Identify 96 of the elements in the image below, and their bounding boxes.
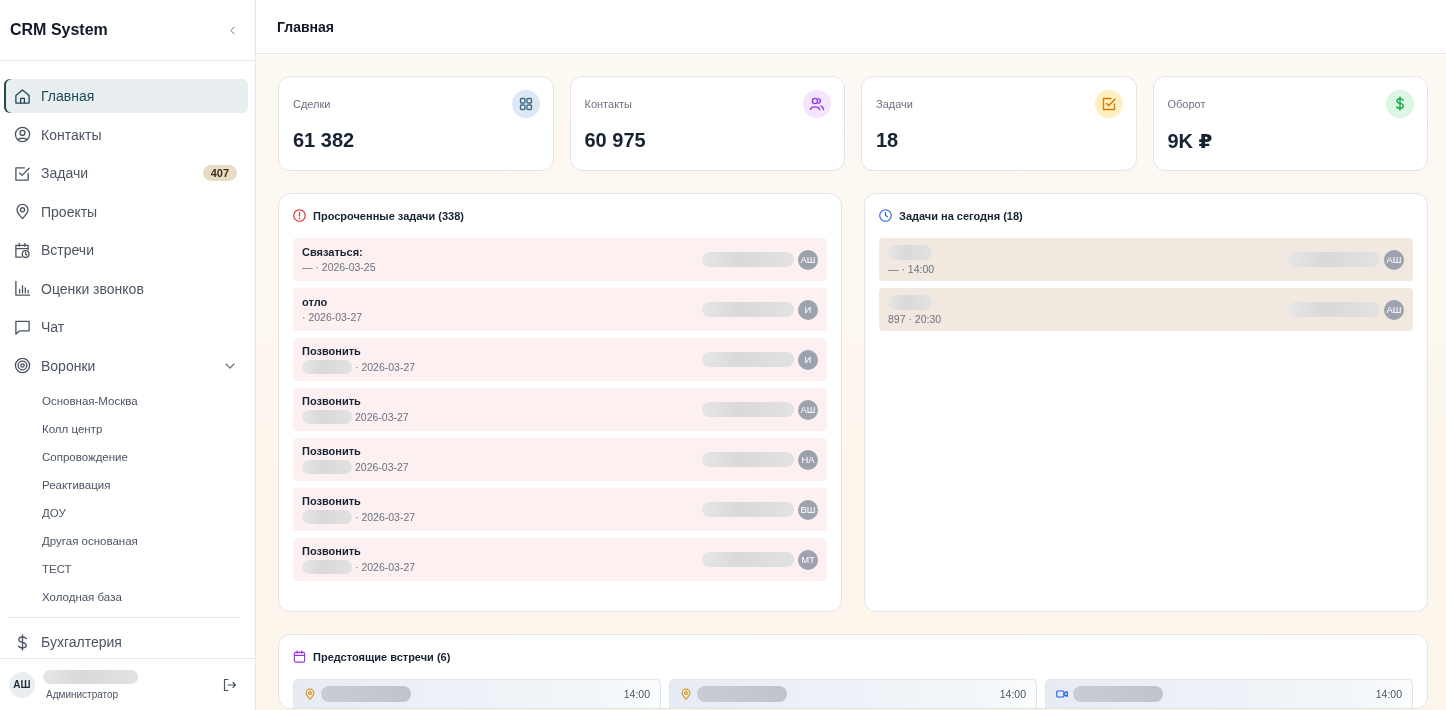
checkbox-icon [14, 164, 31, 182]
logout-button[interactable] [223, 677, 237, 692]
chat-bubble-icon [14, 318, 31, 336]
alert-icon [293, 209, 306, 222]
meeting-time: 14:00 [623, 688, 650, 700]
task-title: Позвонить [302, 345, 361, 357]
stat-label: Сделки [293, 98, 331, 110]
task-title: отло [302, 296, 328, 308]
home-icon [14, 87, 31, 105]
bar-chart-icon [14, 280, 31, 297]
task-title: Позвонить [302, 395, 361, 407]
meeting-card[interactable]: 14:00 [669, 679, 1037, 708]
task-row[interactable]: отло · 2026-03-27 И [293, 288, 827, 331]
task-meta: · 2026-03-27 [355, 361, 416, 373]
task-title: Позвонить [302, 545, 361, 557]
location-pin-icon [304, 688, 316, 700]
meeting-time: 14:00 [999, 688, 1026, 700]
task-title: Позвонить [302, 445, 361, 457]
nav-item[interactable]: Контакты [4, 117, 248, 152]
stat-value: 60 975 [584, 129, 646, 152]
assignee-avatar: И [798, 299, 818, 320]
task-row[interactable]: 897 · 20:30 АШ [879, 288, 1413, 331]
nav-item[interactable]: Главная [4, 79, 248, 113]
stat-value: 61 382 [293, 129, 355, 152]
meeting-time: 14:00 [1375, 688, 1402, 700]
assignee-avatar: НА [798, 449, 818, 470]
nav-subitem[interactable]: Колл центр [4, 415, 248, 443]
meeting-card[interactable]: 14:00 [1045, 679, 1413, 708]
task-meta: — · 2026-03-25 [302, 261, 376, 273]
logout-icon [223, 677, 237, 692]
nav-item[interactable]: Встречи [4, 233, 248, 267]
nav-subitem[interactable]: Основная-Москва [4, 387, 248, 415]
calendar-icon [293, 650, 306, 663]
page-title: Главная [277, 18, 334, 35]
task-row[interactable]: Позвонить · 2026-03-27 ВШ [293, 488, 827, 531]
grid-icon [511, 90, 540, 118]
meeting-card[interactable]: 14:00 [293, 679, 661, 708]
nav-item[interactable]: Задачи 407 [4, 156, 248, 190]
nav-subitem[interactable]: Холодная база [4, 583, 248, 611]
panel-title: Просроченные задачи (338) [313, 209, 464, 222]
location-pin-icon [14, 203, 31, 220]
task-row[interactable]: Позвонить 2026-03-27 НА [293, 438, 827, 481]
task-row[interactable]: Связаться: — · 2026-03-25 АШ [293, 238, 827, 281]
task-meta: — · 14:00 [888, 262, 935, 275]
nav-subitem[interactable]: ДОУ [4, 499, 248, 527]
task-row[interactable]: Позвонить · 2026-03-27 И [293, 338, 827, 381]
assignee-avatar: МТ [798, 549, 818, 570]
nav-subitem[interactable]: ТЕСТ [4, 555, 248, 583]
task-meta: · 2026-03-27 [302, 311, 363, 323]
task-meta: 897 · 20:30 [888, 312, 942, 325]
assignee-avatar: АШ [798, 249, 818, 270]
nav-item[interactable]: Оценки звонков [4, 271, 248, 306]
nav-subitem[interactable]: Реактивация [4, 471, 248, 499]
clock-icon [879, 209, 892, 222]
assignee-avatar: ВШ [798, 499, 818, 520]
task-row[interactable]: Позвонить · 2026-03-27 МТ [293, 538, 827, 581]
location-pin-icon [680, 688, 692, 700]
assignee-avatar: АШ [1384, 299, 1404, 320]
assignee-avatar: И [798, 349, 818, 370]
nav-item[interactable]: Проекты [4, 194, 248, 229]
assignee-avatar: АШ [1384, 249, 1404, 270]
dollar-icon [1386, 90, 1414, 118]
target-icon [14, 357, 31, 374]
nav-item[interactable]: Бухгалтерия [4, 625, 248, 658]
task-meta: 2026-03-27 [355, 461, 409, 473]
task-meta: · 2026-03-27 [355, 561, 416, 573]
user-avatar: АШ [9, 671, 35, 698]
task-meta: · 2026-03-27 [355, 511, 416, 523]
count-badge: 407 [202, 165, 237, 181]
user-role: Администратор [45, 688, 119, 700]
blurred-task-title [888, 244, 932, 260]
video-camera-icon [1056, 688, 1068, 700]
users-icon [803, 90, 831, 118]
task-title: Позвонить [302, 495, 361, 507]
calendar-clock-icon [14, 241, 31, 259]
user-circle-icon [14, 126, 31, 143]
stat-label: Задачи [876, 98, 913, 110]
stat-label: Оборот [1167, 98, 1206, 110]
nav-item[interactable]: Воронки [4, 348, 248, 383]
stat-value: 9K ₽ [1167, 129, 1213, 153]
assignee-avatar: АШ [798, 399, 818, 420]
task-title: Связаться: [302, 246, 363, 258]
checkbox-icon [1094, 90, 1123, 118]
nav-subitem[interactable]: Сопровождение [4, 443, 248, 471]
nav-subitem[interactable]: Другая основаная [4, 527, 248, 555]
blurred-task-title [888, 294, 932, 310]
task-meta: 2026-03-27 [355, 411, 409, 423]
chevron-left-icon [229, 25, 235, 35]
panel-title: Предстоящие встречи (6) [313, 650, 451, 663]
stat-value: 18 [876, 129, 899, 152]
panel-title: Задачи на сегодня (18) [899, 209, 1023, 222]
task-row[interactable]: Позвонить 2026-03-27 АШ [293, 388, 827, 431]
task-row[interactable]: — · 14:00 АШ [879, 238, 1413, 281]
stat-label: Контакты [584, 98, 632, 110]
nav-item[interactable]: Чат [4, 310, 248, 344]
app-logo: CRM System [10, 21, 108, 39]
